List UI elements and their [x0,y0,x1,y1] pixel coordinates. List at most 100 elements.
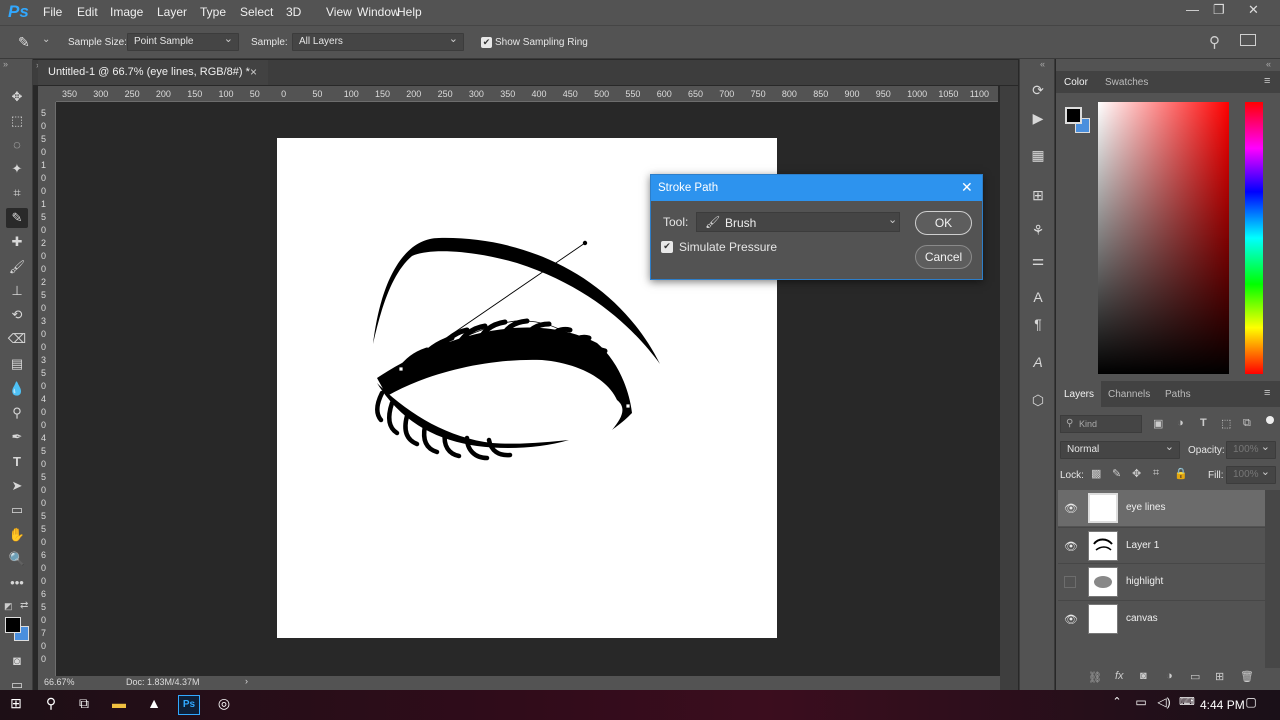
network-icon[interactable]: ▭ [1130,695,1152,715]
notifications-icon[interactable]: ▢ [1240,695,1262,715]
simulate-pressure-checkbox[interactable]: ✔ [661,241,673,253]
document-tab[interactable]: Untitled-1 @ 66.7% (eye lines, RGB/8#) *… [38,60,268,85]
keyboard-icon[interactable]: ⌨ [1176,695,1198,715]
clock[interactable]: 4:44 PM [1200,698,1245,712]
search-icon[interactable]: ⚲ [40,695,62,715]
menu-view[interactable]: Window [357,5,400,19]
restore-button[interactable]: ❐ [1213,2,1225,18]
foreground-color-swatch[interactable] [5,617,21,633]
volume-icon[interactable]: ◁) [1153,695,1175,715]
lock-image-icon[interactable]: ✎ [1112,467,1121,480]
zoom-tool-icon[interactable]: 🔍 [6,549,28,569]
photos-icon[interactable]: ▲ [143,695,165,715]
lock-all-icon[interactable]: 🔒 [1174,467,1188,480]
layer-name[interactable]: eye lines [1126,502,1165,513]
chrome-icon[interactable]: ◎ [213,695,235,715]
panel-menu-icon[interactable]: ≡ [1264,75,1270,87]
dialog-title-bar[interactable]: Stroke Path ✕ [651,175,982,201]
lasso-tool-icon[interactable]: ◌ [6,135,28,155]
menu-layer[interactable]: Layer [157,5,187,19]
fill-field[interactable]: 100% [1226,465,1276,484]
new-group-icon[interactable]: ▭ [1190,670,1200,683]
menu-image[interactable]: Image [110,5,143,19]
file-explorer-icon[interactable]: ▬ [108,695,130,715]
sample-size-dropdown[interactable]: Point Sample [127,32,239,51]
adjustments-icon[interactable]: ⚌ [1027,249,1049,271]
properties-icon[interactable]: ⊞ [1027,184,1049,206]
filter-type-icon[interactable]: T [1200,417,1207,429]
filter-pixel-icon[interactable]: ▣ [1153,417,1163,430]
foreground-color-swatch[interactable] [1065,107,1082,124]
menu-3d[interactable]: View [326,5,352,19]
layers-scrollbar[interactable] [1265,490,1280,675]
layer-row-canvas[interactable]: 👁 canvas [1058,600,1265,636]
eraser-tool-icon[interactable]: ⌫ [6,329,28,349]
workspace-icon[interactable] [1240,34,1256,46]
menu-type[interactable]: Type [200,5,226,19]
blend-mode-dropdown[interactable]: Normal [1060,440,1180,459]
blur-tool-icon[interactable]: 💧 [6,379,28,399]
magic-wand-tool-icon[interactable]: ✦ [6,159,28,179]
filter-adjustment-icon[interactable]: ◑ [1177,417,1184,429]
tab-channels[interactable]: Channels [1108,389,1150,400]
add-mask-icon[interactable]: ◙ [1140,670,1147,682]
layer-row-layer-1[interactable]: 👁 Layer 1 [1058,527,1265,563]
screen-mode-icon[interactable]: ▭ [6,675,28,689]
history-icon[interactable]: ⟳ [1027,79,1049,101]
eyedropper-icon[interactable]: ✎ [18,34,30,51]
task-view-icon[interactable]: ⧉ [73,695,95,715]
link-layers-icon[interactable]: ⛓ [1088,671,1102,684]
menu-edit[interactable]: Edit [77,5,98,19]
tool-dropdown[interactable]: 🖌 Brush ⌄ [696,212,900,232]
panel-menu-icon[interactable]: ≡ [1264,387,1270,399]
actions-play-icon[interactable]: ▶ [1027,107,1049,129]
more-tools-icon[interactable]: ••• [6,573,28,593]
close-window-button[interactable]: ✕ [1248,2,1259,18]
layer-name[interactable]: highlight [1126,576,1163,587]
chevron-down-icon[interactable]: ⌄ [42,34,50,45]
stamp-tool-icon[interactable]: ⊥ [6,281,28,301]
collapse-icon[interactable]: « [1266,59,1271,69]
dodge-tool-icon[interactable]: ⚲ [6,403,28,423]
crop-tool-icon[interactable]: ⌗ [6,183,28,203]
path-select-tool-icon[interactable]: ➤ [6,476,28,496]
filter-toggle-icon[interactable] [1266,416,1274,424]
filter-shape-icon[interactable]: ⬚ [1221,417,1231,430]
menu-window[interactable]: Help [397,5,422,19]
eyedropper-tool-icon[interactable]: ✎ [6,208,28,228]
eye-icon[interactable]: 👁 [1064,540,1078,553]
layer-row-eye-lines[interactable]: 👁 eye lines [1058,490,1265,526]
layer-name[interactable]: Layer 1 [1126,540,1159,551]
new-layer-icon[interactable]: ⊞ [1215,670,1224,683]
quick-mask-icon[interactable]: ◙ [6,651,28,671]
close-tab-icon[interactable]: × [250,65,257,79]
cancel-button[interactable]: Cancel [915,245,972,269]
shape-tool-icon[interactable]: ▭ [6,500,28,520]
vertical-scrollbar[interactable] [1000,86,1018,690]
layer-row-highlight[interactable]: highlight [1058,563,1265,599]
swap-colors-icon[interactable]: ⇄ [20,600,28,611]
tab-layers[interactable]: Layers [1064,389,1094,400]
tab-color[interactable]: Color [1064,77,1088,88]
eye-toggle-empty[interactable] [1064,576,1076,588]
brush-settings-icon[interactable]: ⚘ [1027,219,1049,241]
search-icon[interactable]: ⚲ [1209,33,1220,51]
hand-tool-icon[interactable]: ✋ [6,525,28,545]
eye-icon[interactable]: 👁 [1064,613,1078,626]
windows-start-icon[interactable]: ⊞ [5,695,27,715]
hue-slider[interactable] [1245,102,1263,374]
marquee-tool-icon[interactable]: ⬚ [6,111,28,131]
glyphs-icon[interactable]: A [1027,351,1049,373]
eye-icon[interactable]: 👁 [1064,502,1078,515]
layer-style-icon[interactable]: fx [1115,670,1124,682]
character-icon[interactable]: A [1027,286,1049,308]
default-colors-icon[interactable]: ◩ [4,601,13,612]
brush-tool-icon[interactable]: 🖌 [6,257,28,277]
status-menu-arrow[interactable]: › [245,676,248,686]
collapse-icon[interactable]: » [3,59,8,69]
history-brush-tool-icon[interactable]: ⟲ [6,305,28,325]
color-field[interactable] [1098,102,1229,374]
type-tool-icon[interactable]: T [6,452,28,472]
paragraph-icon[interactable]: ¶ [1027,313,1049,335]
tray-chevron-icon[interactable]: ⌃ [1106,695,1128,715]
